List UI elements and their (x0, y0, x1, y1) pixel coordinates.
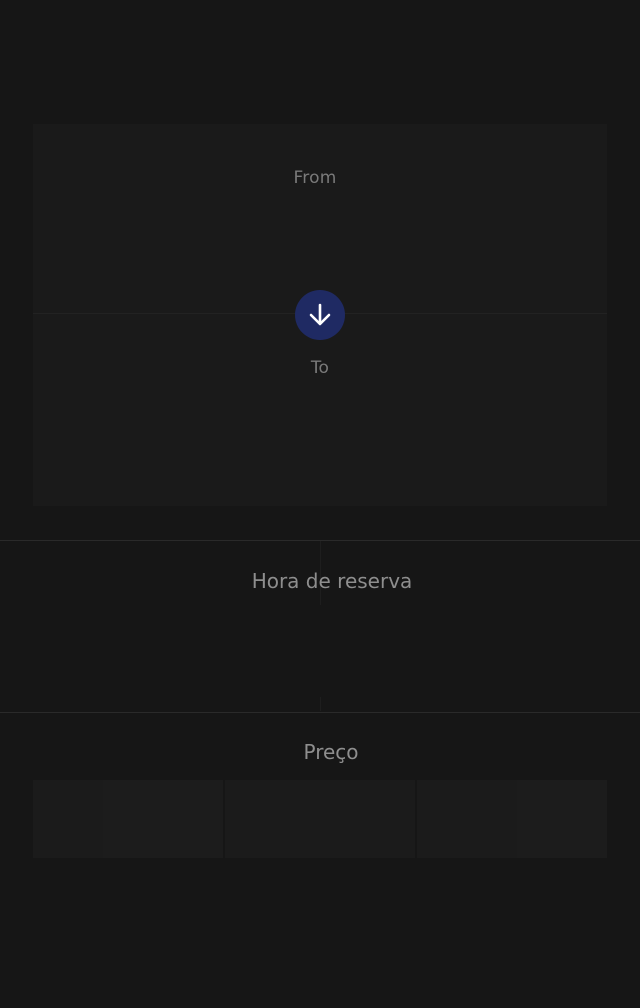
from-label: From (293, 168, 337, 188)
price-option[interactable] (415, 780, 607, 858)
booking-time-title: Hora de reserva (251, 569, 413, 593)
booking-screen: From To Hora de reserva Preço (0, 0, 640, 1008)
column-divider (320, 697, 321, 711)
booking-time-section[interactable]: Hora de reserva (0, 541, 640, 711)
to-field[interactable]: To (33, 314, 607, 504)
price-option[interactable] (223, 780, 415, 858)
price-title: Preço (303, 740, 359, 764)
price-options (33, 780, 607, 858)
price-option[interactable] (33, 780, 223, 858)
from-field[interactable]: From (33, 124, 607, 314)
arrow-down-icon (309, 303, 331, 326)
swap-direction-button[interactable] (295, 290, 345, 340)
price-section: Preço (0, 713, 640, 873)
to-label: To (310, 358, 330, 378)
